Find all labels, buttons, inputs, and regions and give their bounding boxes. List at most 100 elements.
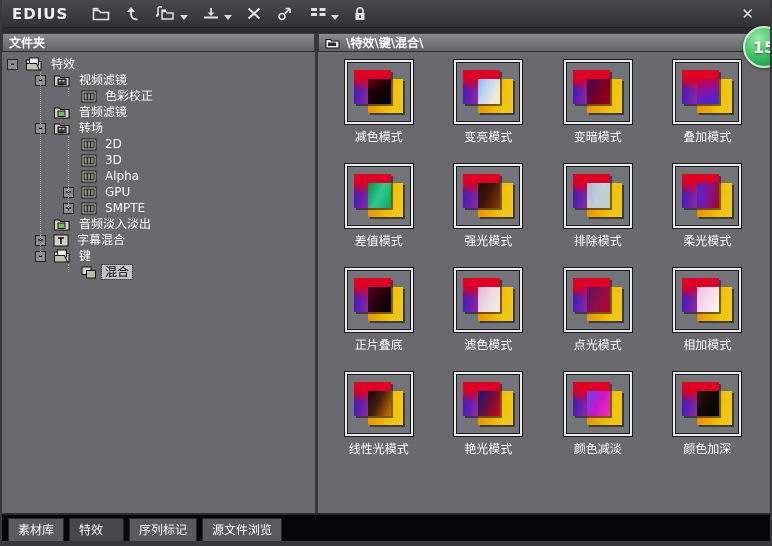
effect-item[interactable]: 柔光模式 bbox=[653, 161, 763, 265]
tree-item-label: 音频滤镜 bbox=[76, 105, 130, 119]
open-folder-icon bbox=[25, 57, 43, 71]
view-mode-button[interactable] bbox=[305, 2, 342, 26]
tree-item-key[interactable]: - 键 bbox=[2, 248, 315, 264]
delete-button[interactable] bbox=[242, 2, 266, 26]
tree-item-label: 3D bbox=[102, 153, 125, 167]
folder-icon bbox=[91, 5, 111, 22]
tab-sequence-markers[interactable]: 序列标记 bbox=[129, 518, 197, 541]
delete-x-icon bbox=[245, 5, 263, 22]
tree-item-label: 键 bbox=[76, 249, 94, 263]
effect-label: 线性光模式 bbox=[349, 440, 409, 457]
tree-item-audio-filters[interactable]: 音频滤镜 bbox=[2, 104, 315, 120]
blend-overlap bbox=[697, 183, 720, 208]
tree-connector-line bbox=[68, 88, 69, 96]
folder-panel-title: 文件夹 bbox=[9, 34, 45, 51]
blend-overlap bbox=[587, 287, 610, 312]
lock-icon bbox=[352, 5, 368, 22]
tree-item-title-mixer[interactable]: + 字幕混合 bbox=[2, 232, 315, 248]
effect-thumbnail bbox=[454, 372, 522, 436]
tree-item-gpu[interactable]: + GPU bbox=[2, 184, 315, 200]
effect-label: 减色模式 bbox=[355, 128, 403, 145]
folder-panel-header: 文件夹 bbox=[2, 33, 315, 52]
effects-panel: \特效\键\混合\ 减色模式 变亮模式 变暗模式 bbox=[318, 33, 770, 513]
tab-effects[interactable]: 特效 bbox=[69, 518, 124, 541]
effect-label: 差值模式 bbox=[355, 232, 403, 249]
dropdown-caret-icon[interactable] bbox=[180, 15, 188, 20]
effect-item[interactable]: 变暗模式 bbox=[543, 57, 653, 161]
effect-item[interactable]: 排除模式 bbox=[543, 161, 653, 265]
tree-item-color-correction[interactable]: 色彩校正 bbox=[2, 88, 315, 104]
monitor-icon bbox=[81, 154, 97, 167]
blend-overlap bbox=[697, 391, 720, 416]
monitor-icon bbox=[81, 186, 97, 199]
effect-item[interactable]: 颜色加深 bbox=[653, 369, 763, 473]
export-button[interactable] bbox=[198, 2, 235, 26]
effect-thumbnail bbox=[673, 268, 741, 332]
effect-label: 正片叠底 bbox=[355, 336, 403, 353]
effect-label: 排除模式 bbox=[574, 232, 622, 249]
effect-item[interactable]: 强光模式 bbox=[434, 161, 544, 265]
blend-overlap bbox=[368, 287, 391, 312]
effect-item[interactable]: 线性光模式 bbox=[324, 369, 434, 473]
close-button[interactable]: ✕ bbox=[735, 5, 760, 23]
effects-grid: 减色模式 变亮模式 变暗模式 叠加模式 bbox=[318, 52, 770, 473]
effect-thumbnail bbox=[345, 164, 413, 228]
lock-button[interactable] bbox=[349, 2, 371, 26]
effect-thumbnail bbox=[345, 372, 413, 436]
effect-thumbnail bbox=[564, 372, 632, 436]
replace-button[interactable] bbox=[273, 2, 298, 26]
effect-item[interactable]: 颜色减淡 bbox=[543, 369, 653, 473]
tree-item-2d[interactable]: 2D bbox=[2, 136, 315, 152]
effect-item[interactable]: 滤色模式 bbox=[434, 265, 544, 369]
effect-label: 强光模式 bbox=[464, 232, 512, 249]
audio-folder-icon bbox=[53, 217, 71, 231]
tree-item-video-filters[interactable]: - 视频滤镜 bbox=[2, 72, 315, 88]
tree-item-smpte[interactable]: + SMPTE bbox=[2, 200, 315, 216]
blend-icon bbox=[81, 266, 97, 279]
effect-item[interactable]: 正片叠底 bbox=[324, 265, 434, 369]
effects-grid-area: 减色模式 变亮模式 变暗模式 叠加模式 bbox=[318, 52, 770, 513]
tab-source-browser[interactable]: 源文件浏览 bbox=[202, 518, 282, 541]
effect-palette-window: EDIUS bbox=[0, 0, 772, 546]
tree-connector-line bbox=[68, 264, 69, 272]
effect-item[interactable]: 相加模式 bbox=[653, 265, 763, 369]
title-icon bbox=[53, 234, 69, 247]
move-up-button[interactable] bbox=[121, 2, 145, 26]
collapse-icon[interactable]: - bbox=[7, 59, 18, 70]
effect-item[interactable]: 叠加模式 bbox=[653, 57, 763, 161]
dropdown-caret-icon[interactable] bbox=[331, 15, 339, 20]
duplicate-button[interactable] bbox=[152, 2, 191, 26]
tab-asset-bin[interactable]: 素材库 bbox=[8, 518, 64, 541]
effect-item[interactable]: 减色模式 bbox=[324, 57, 434, 161]
effect-item[interactable]: 艳光模式 bbox=[434, 369, 544, 473]
effect-label: 叠加模式 bbox=[683, 128, 731, 145]
folder-panel: 文件夹 - 特效 - 视频滤镜 bbox=[2, 33, 318, 513]
tree-item-transitions[interactable]: - 转场 bbox=[2, 120, 315, 136]
video-folder-icon bbox=[53, 121, 71, 135]
effect-item[interactable]: 点光模式 bbox=[543, 265, 653, 369]
tree-item-audio-fade[interactable]: 音频淡入淡出 bbox=[2, 216, 315, 232]
blend-overlap bbox=[368, 391, 391, 416]
effect-thumbnail bbox=[345, 268, 413, 332]
new-folder-button[interactable] bbox=[88, 2, 114, 26]
tree-item-label: 2D bbox=[102, 137, 125, 151]
effect-thumbnail bbox=[673, 60, 741, 124]
blend-overlap bbox=[697, 287, 720, 312]
blend-overlap bbox=[587, 79, 610, 104]
tree-item-blend[interactable]: 混合 bbox=[2, 264, 315, 280]
tree-connector-line bbox=[40, 72, 41, 260]
effect-item[interactable]: 差值模式 bbox=[324, 161, 434, 265]
effect-thumbnail bbox=[673, 164, 741, 228]
tree-item-label: 视频滤镜 bbox=[76, 73, 130, 87]
tree-item-label: 音频淡入淡出 bbox=[76, 217, 154, 231]
effect-item[interactable]: 变亮模式 bbox=[434, 57, 544, 161]
blend-overlap bbox=[587, 183, 610, 208]
tree-item-3d[interactable]: 3D bbox=[2, 152, 315, 168]
path-bar: \特效\键\混合\ bbox=[318, 33, 770, 52]
open-folder-icon bbox=[53, 249, 71, 263]
export-icon bbox=[201, 5, 221, 22]
tree-item-alpha[interactable]: Alpha bbox=[2, 168, 315, 184]
dropdown-caret-icon[interactable] bbox=[224, 15, 232, 20]
tree-item-effects[interactable]: - 特效 bbox=[2, 56, 315, 72]
blend-overlap bbox=[478, 391, 501, 416]
